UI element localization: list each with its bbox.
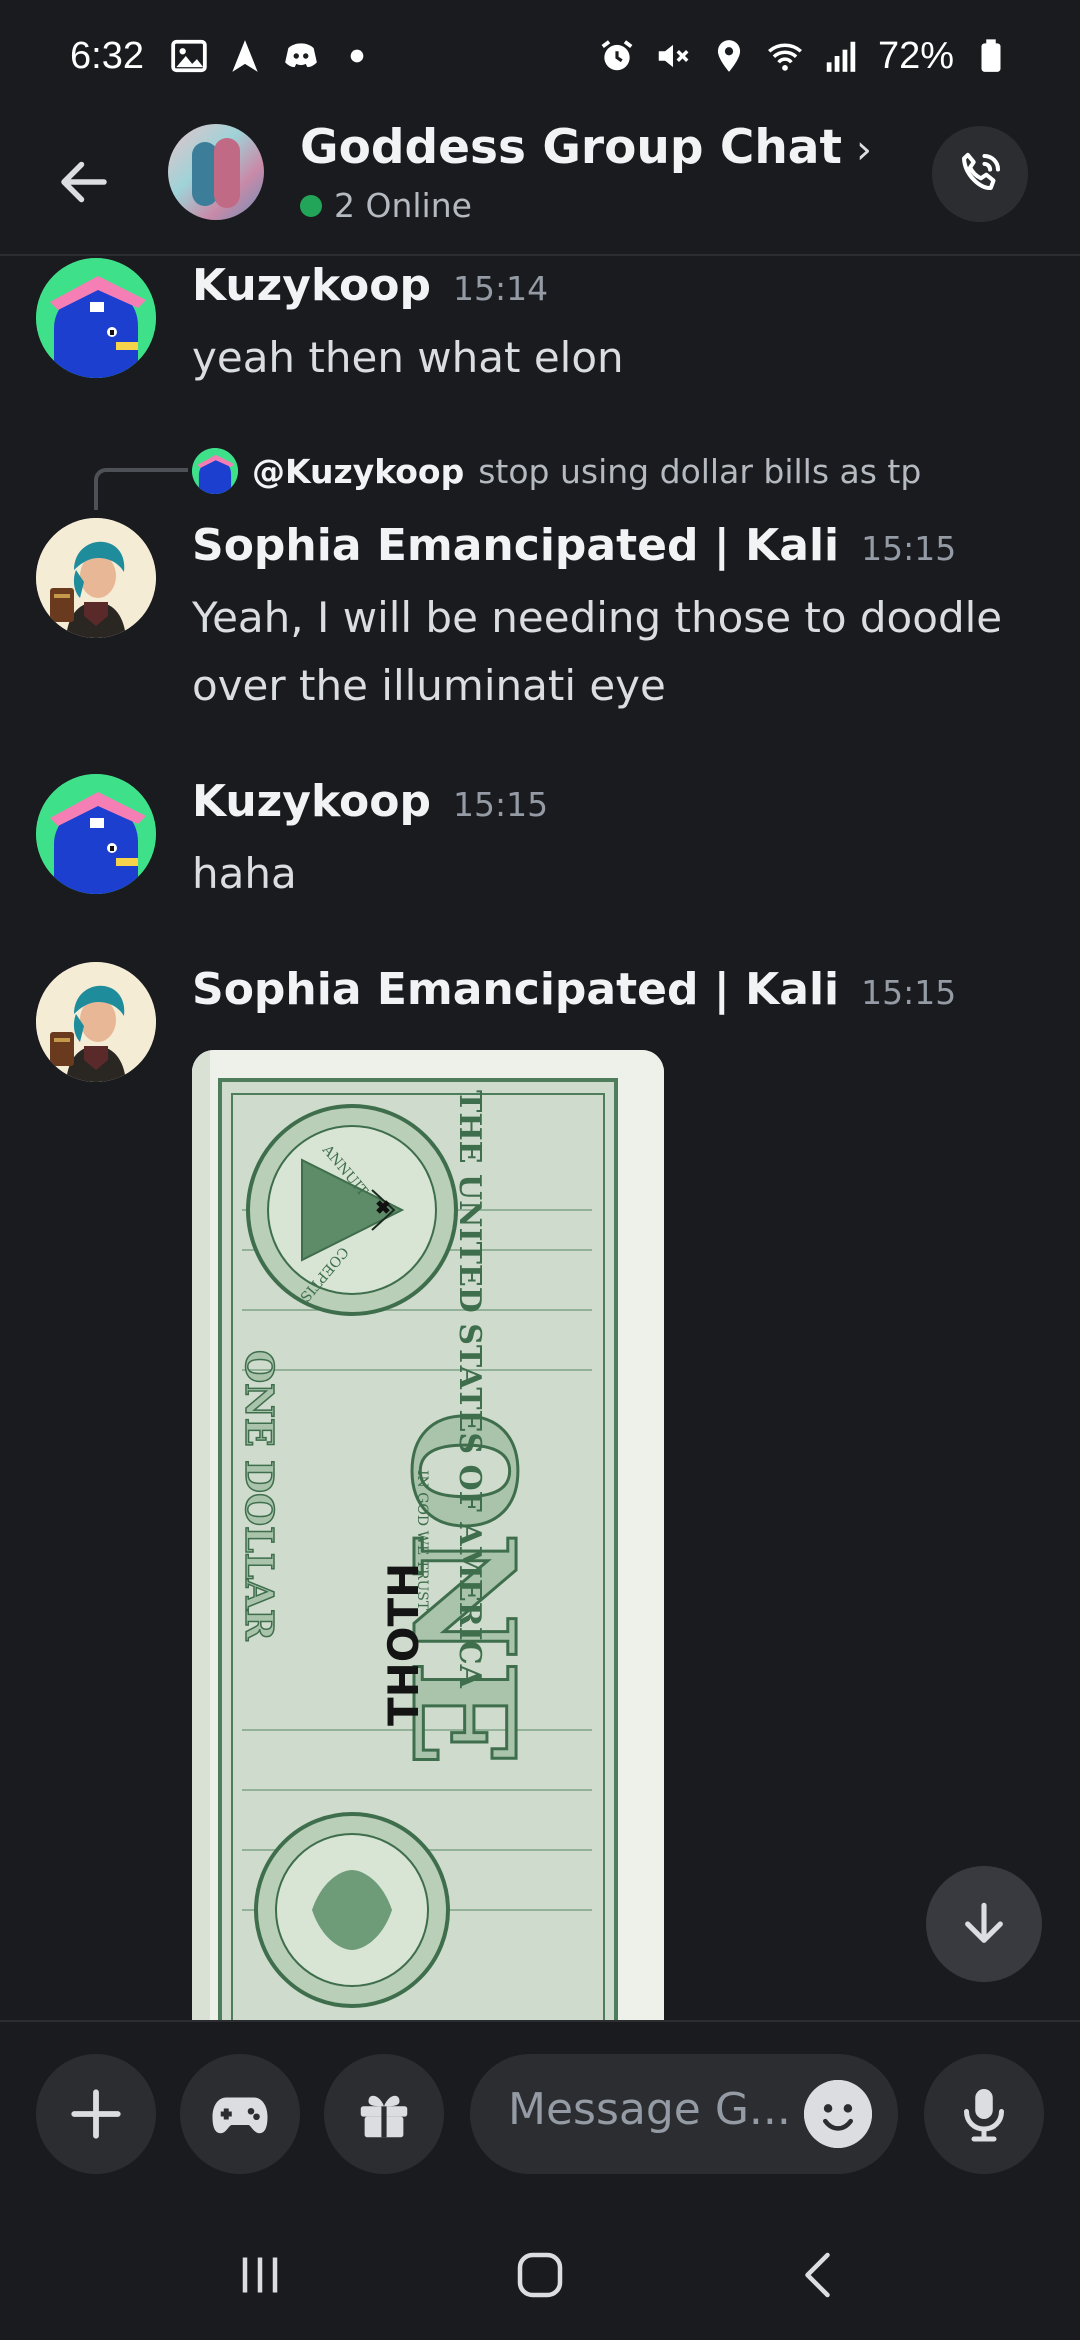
author-name: Kuzykoop <box>192 260 431 311</box>
status-bar: 6:32 72% <box>0 0 1080 112</box>
message-author[interactable]: Kuzykoop 15:15 <box>192 776 548 827</box>
chat-title-text: Goddess Group Chat <box>300 120 842 175</box>
chevron-right-icon: › <box>856 127 872 173</box>
message-composer: Message G... <box>0 2020 1080 2212</box>
battery-percentage: 72% <box>877 34 954 77</box>
message-timestamp: 15:15 <box>861 529 957 568</box>
message-author[interactable]: Sophia Emancipated | Kali 15:15 <box>192 964 956 1015</box>
kuzykoop-avatar-icon <box>36 258 156 378</box>
avatar-figure <box>214 138 240 208</box>
location-icon <box>710 37 748 75</box>
image-attachment[interactable]: ONE THE UNITED STATES OF AMERICA IN GOD … <box>192 1050 664 2020</box>
gamepad-icon <box>212 2097 268 2134</box>
online-status: 2 Online <box>300 186 472 225</box>
home-button[interactable] <box>495 2230 585 2320</box>
sophia-avatar-icon <box>36 962 156 1082</box>
message-text: Yeah, I will be needing those to doodle … <box>192 593 1003 710</box>
status-bar-right: 72% <box>598 35 1010 78</box>
online-dot-icon <box>300 194 322 217</box>
add-attachment-button[interactable] <box>36 2054 156 2174</box>
recents-button[interactable] <box>215 2230 305 2320</box>
message-author[interactable]: Kuzykoop 15:14 <box>192 260 548 311</box>
image-icon <box>170 37 208 75</box>
kuzykoop-avatar-icon <box>192 448 238 494</box>
home-icon <box>517 2252 563 2298</box>
arrow-down-icon <box>965 1902 1003 1943</box>
bill-top-text: THE UNITED STATES OF AMERICA <box>452 1090 487 1689</box>
sophia-avatar-icon <box>36 518 156 638</box>
system-back-button[interactable] <box>775 2230 865 2320</box>
message-input-placeholder: Message G... <box>508 2084 791 2135</box>
online-count: 2 Online <box>334 186 472 225</box>
back-icon <box>805 2252 830 2298</box>
kuzykoop-avatar-icon <box>36 774 156 894</box>
message-text: yeah then what elon <box>192 333 624 382</box>
message-author[interactable]: Sophia Emancipated | Kali 15:15 <box>192 520 956 571</box>
user-avatar[interactable] <box>36 258 156 378</box>
user-avatar[interactable] <box>36 518 156 638</box>
wifi-icon <box>766 37 804 75</box>
emoji-icon <box>804 2080 872 2148</box>
message-timestamp: 15:15 <box>452 785 549 824</box>
gift-button[interactable] <box>324 2054 444 2174</box>
chat-title[interactable]: Goddess Group Chat › <box>300 120 872 175</box>
gift-icon <box>360 2095 408 2138</box>
signal-icon <box>822 37 860 75</box>
status-time: 6:32 <box>70 34 144 77</box>
message-timestamp: 15:15 <box>861 973 957 1012</box>
message-timestamp: 15:14 <box>452 269 549 308</box>
emoji-button[interactable] <box>804 2080 872 2148</box>
alarm-icon <box>598 37 636 75</box>
message-input[interactable]: Message G... <box>470 2054 898 2174</box>
author-name: Sophia Emancipated | Kali <box>192 520 840 571</box>
message-text: haha <box>192 849 297 898</box>
battery-icon <box>972 37 1010 75</box>
group-avatar[interactable] <box>168 124 264 220</box>
doodle-text: THOTH <box>379 1563 428 1726</box>
navigation-icon <box>226 37 264 75</box>
author-name: Kuzykoop <box>192 776 431 827</box>
discord-icon <box>282 37 320 75</box>
phone-call-icon <box>962 152 1001 190</box>
reply-avatar <box>192 448 238 494</box>
status-bar-left: 6:32 <box>70 35 376 78</box>
author-name: Sophia Emancipated | Kali <box>192 964 840 1015</box>
reply-mention: @Kuzykoop <box>252 451 465 491</box>
reply-preview[interactable]: @Kuzykoop stop using dollar bills as tp <box>192 448 921 494</box>
microphone-icon <box>964 2089 1004 2142</box>
activities-button[interactable] <box>180 2054 300 2174</box>
chat-header: Goddess Group Chat › 2 Online <box>0 112 1080 256</box>
user-avatar[interactable] <box>36 962 156 1082</box>
voice-message-button[interactable] <box>924 2054 1044 2174</box>
back-button[interactable] <box>44 142 124 222</box>
reply-text: stop using dollar bills as tp <box>478 451 922 491</box>
recents-icon <box>242 2257 278 2293</box>
dollar-bill-image: ONE THE UNITED STATES OF AMERICA IN GOD … <box>192 1050 664 2020</box>
reply-connector <box>94 468 188 510</box>
voice-call-button[interactable] <box>932 126 1028 222</box>
arrow-left-icon <box>61 161 107 203</box>
system-navigation-bar <box>0 2210 1080 2340</box>
scroll-to-bottom-button[interactable] <box>926 1866 1042 1982</box>
user-avatar[interactable] <box>36 774 156 894</box>
message-list[interactable]: Kuzykoop 15:14 yeah then what elon @Kuzyk… <box>0 256 1080 2020</box>
plus-icon <box>71 2089 121 2139</box>
bill-bottom-text: ONE DOLLAR <box>237 1350 282 1641</box>
dot-icon <box>338 37 376 75</box>
mute-icon <box>654 37 692 75</box>
